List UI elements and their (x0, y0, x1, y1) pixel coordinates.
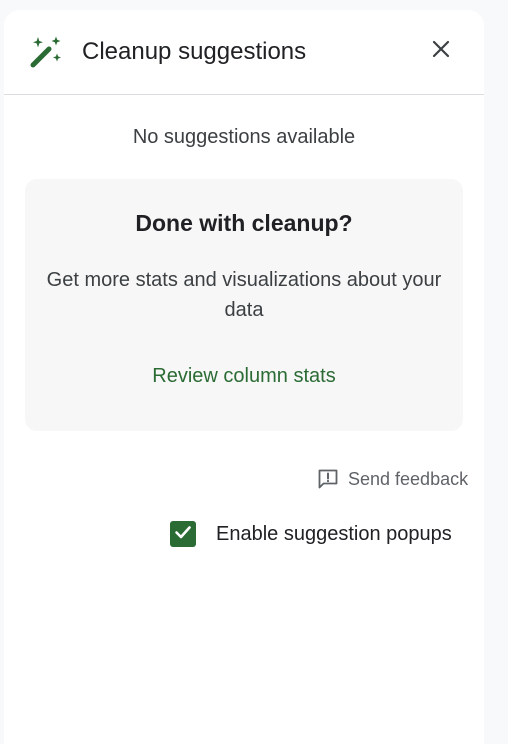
review-column-stats-link[interactable]: Review column stats (25, 361, 463, 391)
panel-title: Cleanup suggestions (82, 38, 307, 65)
enable-suggestion-popups-label[interactable]: Enable suggestion popups (216, 523, 452, 546)
close-icon (432, 40, 450, 63)
send-feedback-button[interactable]: Send feedback (316, 465, 468, 493)
panel-header: Cleanup suggestions (4, 10, 484, 95)
enable-suggestion-popups-row: Enable suggestion popups (170, 520, 452, 548)
card-title: Done with cleanup? (135, 210, 353, 236)
enable-suggestion-popups-checkbox[interactable] (170, 521, 196, 547)
magic-wand-icon (28, 34, 64, 70)
cleanup-suggestions-panel: Cleanup suggestions No suggestions avail… (4, 10, 484, 744)
card-description: Get more stats and visualizations about … (46, 269, 442, 321)
feedback-icon (316, 467, 340, 491)
cleanup-done-card: Done with cleanup? Get more stats and vi… (25, 179, 463, 431)
send-feedback-label: Send feedback (348, 468, 469, 489)
empty-state-message: No suggestions available (132, 126, 356, 148)
close-button[interactable] (426, 36, 456, 66)
checkmark-icon (173, 522, 193, 547)
